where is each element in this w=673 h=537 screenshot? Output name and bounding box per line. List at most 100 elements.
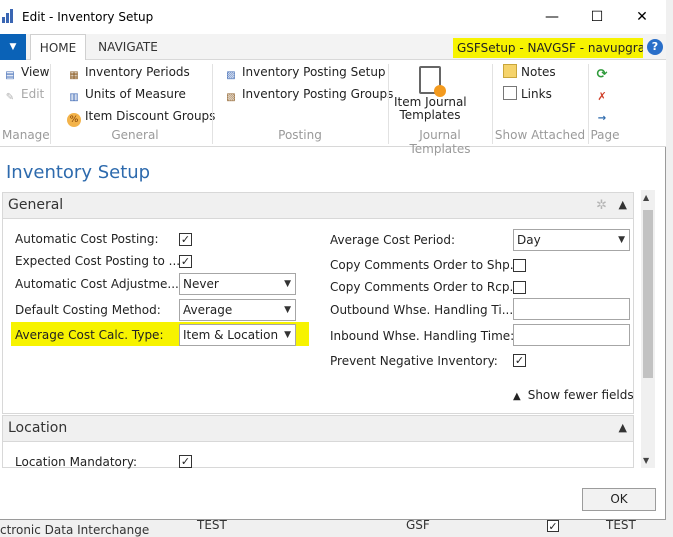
ribbon-separator: [492, 64, 493, 144]
company-name[interactable]: GSFSetup - NAVGSF - navupgrad...: [453, 38, 643, 58]
background-text-test-2: TEST: [606, 518, 636, 532]
arrow-right-icon: →: [597, 113, 607, 124]
gear-icon[interactable]: ✲: [596, 198, 607, 213]
posting-groups-icon: ▧: [226, 92, 236, 103]
chevron-up-icon[interactable]: ▲: [619, 198, 627, 211]
minimize-button[interactable]: —: [530, 4, 574, 30]
ribbon-separator: [388, 64, 389, 144]
edit-button[interactable]: ✎ Edit: [3, 86, 44, 105]
dialog-window: Edit - Inventory Setup — ☐ ✕ ▼ HOME NAVI…: [0, 0, 666, 520]
link-icon: [503, 86, 517, 100]
app-menu-button[interactable]: ▼: [0, 34, 26, 60]
copy-comments-receipt-checkbox[interactable]: [513, 281, 526, 294]
automatic-cost-adjustment-label: Automatic Cost Adjustme...: [15, 277, 179, 291]
average-cost-period-label: Average Cost Period:: [330, 233, 456, 247]
automatic-cost-posting-checkbox[interactable]: ✓: [179, 233, 192, 246]
notes-button[interactable]: Notes: [503, 64, 556, 80]
tab-home[interactable]: HOME: [30, 34, 86, 61]
next-button[interactable]: →: [595, 107, 613, 126]
group-general: General: [111, 128, 159, 142]
chevron-up-icon: ▲: [513, 391, 521, 402]
inventory-posting-groups-button[interactable]: ▧ Inventory Posting Groups: [224, 86, 393, 105]
group-posting: Posting: [278, 128, 322, 142]
pencil-icon: ✎: [5, 92, 15, 103]
default-costing-method-select[interactable]: Average ▼: [179, 299, 296, 321]
chevron-down-icon: ▼: [618, 235, 625, 245]
posting-setup-icon: ▨: [226, 70, 236, 81]
vertical-scrollbar[interactable]: ▲ ▼: [641, 190, 655, 468]
expected-cost-posting-label: Expected Cost Posting to ...: [15, 254, 181, 268]
window-title: Edit - Inventory Setup: [22, 10, 154, 24]
location-mandatory-checkbox[interactable]: ✓: [179, 455, 192, 468]
automatic-cost-adjustment-select[interactable]: Never ▼: [179, 273, 296, 295]
prevent-negative-inventory-checkbox[interactable]: ✓: [513, 354, 526, 367]
help-icon[interactable]: ?: [647, 39, 663, 55]
refresh-button[interactable]: ⟳: [595, 64, 613, 82]
ruler-icon: ▥: [69, 92, 79, 103]
calendar-icon: ▦: [69, 70, 79, 81]
item-discount-groups-button[interactable]: % Item Discount Groups: [67, 108, 215, 127]
refresh-icon: ⟳: [596, 67, 608, 82]
prevent-negative-inventory-label: Prevent Negative Inventory:: [330, 354, 498, 368]
general-title: General: [8, 197, 64, 213]
automatic-cost-posting-label: Automatic Cost Posting:: [15, 232, 159, 246]
outbound-whse-handling-label: Outbound Whse. Handling Ti...: [330, 303, 514, 317]
ribbon-tabs: ▼ HOME NAVIGATE GSFSetup - NAVGSF - navu…: [0, 34, 666, 61]
inbound-whse-handling-input[interactable]: [513, 324, 630, 346]
outbound-whse-handling-input[interactable]: [513, 298, 630, 320]
inbound-whse-handling-label: Inbound Whse. Handling Time:: [330, 329, 515, 343]
background-checkbox: ✓: [547, 520, 559, 533]
percent-icon: %: [67, 113, 81, 127]
location-title: Location: [8, 420, 68, 436]
show-fewer-fields-link[interactable]: ▲ Show fewer fields: [513, 388, 634, 402]
inventory-posting-setup-button[interactable]: ▨ Inventory Posting Setup: [224, 64, 385, 83]
ribbon: ▤ View ✎ Edit Manage ▦ Inventory Periods ▥ U…: [0, 60, 666, 156]
expected-cost-posting-checkbox[interactable]: ✓: [179, 255, 192, 268]
default-costing-method-label: Default Costing Method:: [15, 303, 161, 317]
background-text-edi: ctronic Data Interchange: [0, 523, 150, 537]
units-of-measure-button[interactable]: ▥ Units of Measure: [67, 86, 186, 105]
copy-comments-receipt-label: Copy Comments Order to Rcp...: [330, 280, 521, 294]
location-header[interactable]: Location ▲: [3, 416, 633, 442]
background-text-gsf: GSF: [406, 518, 430, 532]
copy-comments-shipment-checkbox[interactable]: [513, 259, 526, 272]
clear-filter-button[interactable]: ✗: [595, 86, 613, 104]
clear-filter-icon: ✗: [597, 90, 607, 103]
ribbon-separator: [50, 64, 51, 144]
background-text-test: TEST: [197, 518, 227, 532]
maximize-button[interactable]: ☐: [575, 4, 619, 30]
chevron-down-icon: ▼: [284, 279, 291, 289]
ok-button[interactable]: OK: [582, 488, 656, 511]
view-icon: ▤: [5, 70, 15, 81]
group-show-attached: Show Attached: [494, 128, 586, 142]
average-cost-calc-type-select[interactable]: Item & Location & Variant▼: [179, 324, 296, 346]
journal-templates-icon: [419, 66, 446, 97]
scroll-up-icon[interactable]: ▲: [643, 193, 649, 202]
general-fasttab: General ✲ ▲ Automatic Cost Posting: ✓ Ex…: [2, 192, 634, 414]
chevron-down-icon: ▼: [282, 325, 291, 345]
location-mandatory-label: Location Mandatory:: [15, 455, 138, 469]
general-header[interactable]: General ✲ ▲: [3, 193, 633, 219]
view-button[interactable]: ▤ View: [3, 64, 49, 83]
app-icon: [2, 9, 16, 23]
ribbon-separator: [212, 64, 213, 144]
tab-navigate[interactable]: NAVIGATE: [92, 34, 164, 60]
location-fasttab: Location ▲ Location Mandatory: ✓: [2, 415, 634, 469]
inventory-periods-button[interactable]: ▦ Inventory Periods: [67, 64, 190, 83]
scrollbar-thumb[interactable]: [643, 210, 653, 378]
links-button[interactable]: Links: [503, 86, 552, 102]
note-icon: [503, 64, 517, 78]
item-journal-templates-button[interactable]: Item Journal Templates: [394, 64, 467, 126]
page-title: Inventory Setup: [6, 162, 151, 183]
chevron-down-icon: ▼: [284, 305, 291, 315]
close-button[interactable]: ✕: [620, 4, 664, 30]
scroll-down-icon[interactable]: ▼: [643, 456, 649, 465]
average-cost-period-select[interactable]: Day ▼: [513, 229, 630, 251]
copy-comments-shipment-label: Copy Comments Order to Shp...: [330, 258, 522, 272]
average-cost-calc-type-label: Average Cost Calc. Type:: [15, 328, 164, 342]
group-journal-templates: Journal Templates: [409, 128, 471, 156]
group-manage: Manage: [2, 128, 50, 142]
group-page: Page: [590, 128, 620, 142]
title-bar: Edit - Inventory Setup — ☐ ✕: [0, 0, 666, 34]
chevron-up-icon[interactable]: ▲: [619, 421, 627, 434]
